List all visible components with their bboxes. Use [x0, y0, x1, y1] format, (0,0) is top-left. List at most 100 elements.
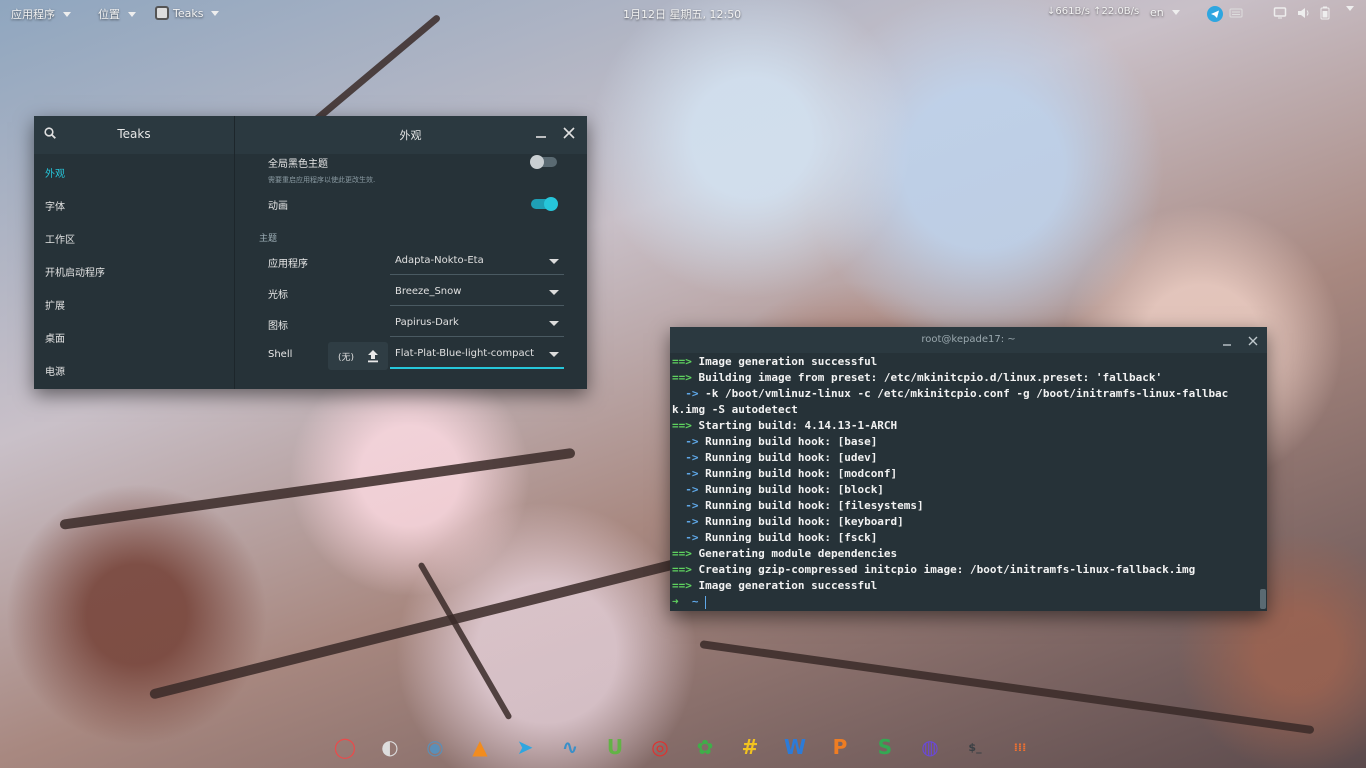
vlc-icon[interactable]: ▲ [466, 733, 494, 761]
sidebar-item-workspaces[interactable]: 工作区 [45, 231, 75, 246]
animation-label: 动画 [268, 201, 288, 212]
chevron-down-icon [549, 321, 559, 326]
terminal-line: -> -k /boot/vmlinuz-linux -c /etc/mkinit… [672, 386, 1260, 402]
wps-presentation-icon[interactable]: P [826, 733, 854, 761]
cursor-theme-value: Breeze_Snow [395, 286, 462, 297]
terminal-line-prefix: ==> [672, 547, 699, 560]
terminal-scrollbar[interactable] [1260, 589, 1266, 609]
terminal-line: ==> Image generation successful [672, 354, 1260, 370]
cursor-theme-select[interactable]: Breeze_Snow [390, 279, 564, 306]
terminal-line-prefix: -> [672, 451, 706, 464]
keyboard-icon [1229, 8, 1243, 18]
places-menu[interactable]: 位置 [98, 6, 136, 22]
dark-theme-switch[interactable] [530, 155, 557, 169]
icon-theme-select[interactable]: Papirus-Dark [390, 310, 564, 337]
terminal-line: -> Running build hook: [fsck] [672, 530, 1260, 546]
sidebar-item-power[interactable]: 电源 [45, 363, 65, 378]
telegram-icon [1207, 6, 1223, 22]
prompt-arrow: ➜ [672, 595, 679, 608]
terminal-icon[interactable]: $_ [961, 733, 989, 761]
chevron-down-icon [549, 290, 559, 295]
places-menu-label: 位置 [98, 8, 120, 21]
chevron-down-icon [549, 259, 559, 264]
minimize-icon[interactable] [534, 126, 548, 140]
minimize-icon[interactable] [1221, 335, 1233, 347]
firefox-icon[interactable]: ◍ [916, 733, 944, 761]
close-icon[interactable] [562, 126, 576, 140]
sidebar-item-extensions[interactable]: 扩展 [45, 297, 65, 312]
terminal-line: ==> Creating gzip-compressed initcpio im… [672, 562, 1260, 578]
hashtag-app-icon[interactable]: # [736, 733, 764, 761]
keyboard-tray-icon[interactable] [1229, 6, 1243, 20]
terminal-line-prefix: ==> [672, 563, 699, 576]
terminal-headerbar: root@kepade17: ~ [670, 327, 1267, 353]
tweaks-app-icon [155, 6, 169, 20]
terminal-line: ==> Building image from preset: /etc/mki… [672, 370, 1260, 386]
terminal-line-text: k.img -S autodetect [672, 403, 798, 416]
screenshot-icon[interactable]: ◉ [421, 733, 449, 761]
terminal-line-text: -k /boot/vmlinuz-linux -c /etc/mkinitcpi… [705, 387, 1229, 400]
terminal-line-text: Generating module dependencies [698, 547, 898, 560]
language-label: en [1150, 6, 1164, 19]
shell-theme-upload-button[interactable]: (无) [328, 342, 388, 370]
telegram-icon[interactable]: ➤ [511, 733, 539, 761]
wps-spreadsheet-icon[interactable]: S [871, 733, 899, 761]
apps-theme-select[interactable]: Adapta-Nokto-Eta [390, 248, 564, 275]
shell-theme-value: Flat-Plat-Blue-light-compact [395, 348, 535, 359]
chevron-down-icon [63, 11, 71, 17]
clock[interactable]: 1月12日 星期五, 12:50 [623, 6, 741, 22]
shell-theme-select[interactable]: Flat-Plat-Blue-light-compact [390, 341, 564, 369]
sidebar-item-desktop[interactable]: 桌面 [45, 330, 65, 345]
prompt-directory: ~ [691, 595, 699, 608]
screen-tray-icon[interactable] [1273, 6, 1287, 20]
dark-theme-label: 全局黑色主题 [268, 159, 328, 170]
terminal-line-text: Running build hook: [fsck] [705, 531, 878, 544]
terminal-line: -> Running build hook: [filesystems] [672, 498, 1260, 514]
vivaldi-icon[interactable]: ◯ [331, 733, 359, 761]
terminal-line-text: Creating gzip-compressed initcpio image:… [698, 563, 1196, 576]
dark-theme-hint: 需要重启应用程序以使此更改生效. [268, 176, 376, 184]
themes-section-title: 主题 [259, 234, 278, 244]
terminal-line-text: Running build hook: [filesystems] [705, 499, 924, 512]
volume-tray-icon[interactable] [1296, 6, 1310, 20]
app-grid-icon[interactable]: ⁞⁞⁞ [1006, 733, 1034, 761]
dock: ◯ ◐ ◉ ▲ ➤ ∿ U ◎ ✿ # W P S ◍ $_ ⁞⁞⁞ [330, 730, 1045, 766]
terminal-line-text: Running build hook: [keyboard] [705, 515, 904, 528]
chevron-down-icon [549, 352, 559, 357]
terminal-output[interactable]: ==> Image generation successful ==> Build… [672, 354, 1260, 610]
terminal-line-text: Building image from preset: /etc/mkinitc… [698, 371, 1163, 384]
terminal-line: -> Running build hook: [modconf] [672, 466, 1260, 482]
sidebar-item-fonts[interactable]: 字体 [45, 198, 65, 213]
system-menu[interactable] [1342, 6, 1354, 11]
terminal-line-text: Image generation successful [698, 355, 878, 368]
terminal-line-prefix: -> [672, 467, 706, 480]
terminal-line-prefix: -> [672, 515, 706, 528]
terminal-line-prefix: -> [672, 435, 706, 448]
close-icon[interactable] [1247, 335, 1259, 347]
netease-music-icon[interactable]: ◎ [646, 733, 674, 761]
terminal-line-prefix: ==> [672, 579, 699, 592]
chevron-down-icon [1171, 10, 1180, 15]
sidebar-item-appearance[interactable]: 外观 [45, 165, 65, 180]
telegram-tray-icon[interactable] [1207, 6, 1223, 22]
wps-writer-icon[interactable]: W [781, 733, 809, 761]
chevron-down-icon [128, 11, 136, 17]
battery-tray-icon[interactable] [1320, 6, 1330, 20]
animation-switch[interactable] [531, 197, 558, 211]
app-center-icon[interactable]: ✿ [691, 733, 719, 761]
sidebar-item-startup-apps[interactable]: 开机启动程序 [45, 264, 105, 279]
cursor-theme-label: 光标 [268, 290, 288, 301]
clock-label: 1月12日 星期五, 12:50 [623, 8, 742, 21]
system-monitor-icon[interactable]: ∿ [556, 733, 584, 761]
applications-menu[interactable]: 应用程序 [11, 6, 71, 22]
terminal-line: -> Running build hook: [keyboard] [672, 514, 1260, 530]
active-app-menu[interactable]: Teaks [155, 6, 220, 20]
tweaks-sidebar: 外观 字体 工作区 开机启动程序 扩展 桌面 电源 [34, 154, 235, 389]
disk-cleaner-icon[interactable]: ◐ [376, 733, 404, 761]
input-language[interactable]: en [1150, 6, 1180, 19]
terminal-line-text: Starting build: 4.14.13-1-ARCH [698, 419, 898, 432]
terminal-line: -> Running build hook: [block] [672, 482, 1260, 498]
package-manager-icon[interactable]: U [601, 733, 629, 761]
active-app-label: Teaks [173, 6, 204, 20]
terminal-line-prefix: ==> [672, 371, 699, 384]
